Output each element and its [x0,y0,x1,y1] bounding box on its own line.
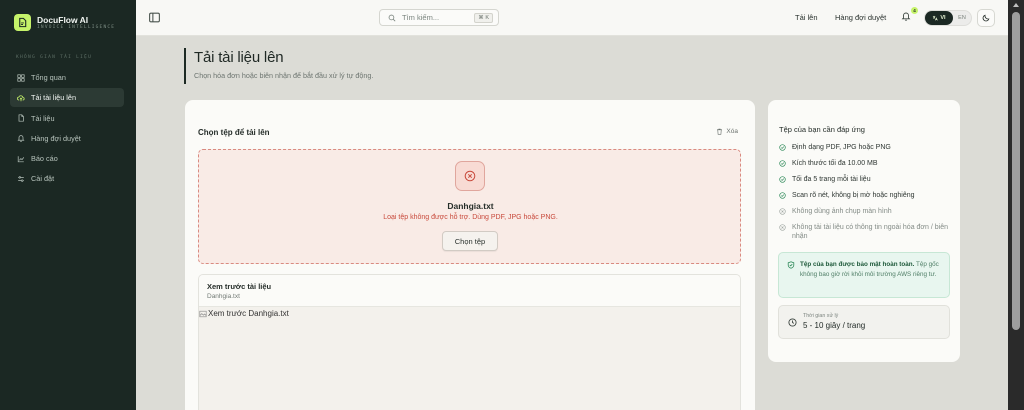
requirement-item: Scan rõ nét, không bị mờ hoặc nghiêng [779,191,954,200]
sidebar-nav: Tổng quan Tải tài liệu lên Tài liệu Hàng… [10,68,124,190]
preview-image-alt: Xem trước Danhgia.txt [208,309,289,318]
app-name: DocuFlow AI [37,14,89,25]
sidebar: DocuFlow AI INVOICE INTELLIGENCE KHÔNG G… [0,0,136,410]
x-circle-icon [779,224,786,231]
preview-file-name: Danhgia.txt [207,293,240,300]
requirements-card: Tệp của bạn cần đáp ứng Định dạng PDF, J… [768,100,960,362]
topbar: Tìm kiếm... ⌘ K Tải lên Hàng đợi duyệt 4… [136,0,1008,36]
sidebar-item-label: Cài đặt [31,174,55,184]
search-icon [388,14,396,21]
broken-image-icon [199,310,207,317]
sidebar-item-label: Hàng đợi duyệt [31,133,81,143]
scroll-up-arrow-icon[interactable] [1013,3,1019,7]
sliders-icon [18,176,24,182]
sidebar-item-label: Tổng quan [31,73,66,82]
scroll-thumb[interactable] [1012,12,1020,330]
brand[interactable]: DocuFlow AI INVOICE INTELLIGENCE [14,14,115,31]
app-tagline: INVOICE INTELLIGENCE [37,24,116,30]
search-box[interactable]: Tìm kiếm... ⌘ K [379,9,499,26]
trash-icon [717,128,723,135]
check-circle-icon [779,144,786,151]
clear-button[interactable]: Xóa [716,128,738,135]
file-error-message: Loại tệp không được hỗ trợ. Dùng PDF, JP… [383,214,558,221]
preview-header: Xem trước tài liệu Danhgia.txt [199,275,740,307]
upload-heading: Chọn tệp để tải lên [198,128,270,137]
clear-label: Xóa [726,128,738,135]
sidebar-item-label: Tải tài liệu lên [31,93,77,103]
preview-title: Xem trước tài liệu [207,282,272,291]
shield-check-icon [787,261,795,269]
security-notice: Tệp của bạn được bảo mật hoàn toàn. Tệp … [778,252,950,298]
search-shortcut: ⌘ K [474,13,493,23]
language-toggle[interactable]: VI EN [924,10,972,26]
chart-icon [17,155,25,162]
document-preview: Xem trước tài liệu Danhgia.txt Xem trước… [198,274,741,410]
check-circle-icon [779,160,786,167]
requirement-item: Không tải tài liệu có thông tin ngoài hó… [779,223,954,241]
notification-badge: 4 [911,7,918,14]
sidebar-section-label: KHÔNG GIAN TÀI LIỆU [16,55,93,60]
x-circle-icon [779,208,786,215]
sidebar-item-label: Tài liệu [31,113,55,123]
check-circle-icon [779,176,786,183]
requirements-list: Định dạng PDF, JPG hoặc PNG Kích thước t… [779,143,954,248]
check-circle-icon [779,192,786,199]
document-icon [18,114,24,122]
security-strong: Tệp của bạn được bảo mật hoàn toàn. [800,261,915,268]
theme-toggle-button[interactable] [977,9,995,27]
file-dropzone[interactable]: Danhgia.txt Loại tệp không được hỗ trợ. … [198,149,741,264]
sidebar-item-settings[interactable]: Cài đặt [10,169,124,188]
sidebar-item-overview[interactable]: Tổng quan [10,68,124,87]
error-icon [455,161,485,191]
panel-left-icon [149,12,160,23]
upload-cloud-icon [17,95,25,101]
processing-time-label: Thời gian xử lý [803,313,839,319]
requirements-title: Tệp của bạn cần đáp ứng [779,125,865,134]
requirement-item: Kích thước tối đa 10.00 MB [779,159,954,168]
requirement-item: Tối đa 5 trang mỗi tài liệu [779,175,954,184]
preview-image: Xem trước Danhgia.txt [199,309,289,318]
clock-icon [788,318,797,327]
language-vi-label: VI [940,15,946,21]
page-header: Tải tài liệu lên Chọn hóa đơn hoặc biên … [184,48,373,84]
sidebar-item-label: Báo cáo [31,154,58,164]
page-scrollbar[interactable] [1008,0,1024,410]
language-en-option[interactable]: EN [953,15,971,21]
requirement-item: Không dùng ảnh chụp màn hình [779,207,954,216]
page-title: Tải tài liệu lên [194,49,284,66]
search-placeholder: Tìm kiếm... [402,13,440,22]
sidebar-item-review-queue[interactable]: Hàng đợi duyệt [10,129,124,148]
logo-icon [14,14,31,31]
translate-icon [933,15,939,21]
page-subtitle: Chọn hóa đơn hoặc biên nhận để bắt đầu x… [194,71,374,80]
notifications-button[interactable]: 4 [901,7,918,25]
processing-time: Thời gian xử lý 5 - 10 giây / trang [778,305,950,339]
topbar-link-review-queue[interactable]: Hàng đợi duyệt [835,13,886,22]
sidebar-item-documents[interactable]: Tài liệu [10,109,124,128]
topbar-link-upload[interactable]: Tải lên [795,13,818,22]
choose-file-button[interactable]: Chọn tệp [442,231,498,251]
moon-icon [982,14,990,22]
grid-icon [17,73,25,82]
processing-time-value: 5 - 10 giây / trang [803,321,866,330]
sidebar-toggle-button[interactable] [148,11,161,24]
sidebar-item-reports[interactable]: Báo cáo [10,149,124,168]
bell-icon [901,12,911,21]
sidebar-item-upload[interactable]: Tải tài liệu lên [10,88,124,108]
main-area: Tìm kiếm... ⌘ K Tải lên Hàng đợi duyệt 4… [136,0,1008,410]
bell-icon [17,135,25,143]
selected-file-name: Danhgia.txt [447,201,494,211]
upload-card: Chọn tệp để tải lên Xóa Danhgia.txt Loại… [185,100,755,410]
language-vi-option[interactable]: VI [925,11,953,25]
requirement-item: Định dạng PDF, JPG hoặc PNG [779,143,954,152]
